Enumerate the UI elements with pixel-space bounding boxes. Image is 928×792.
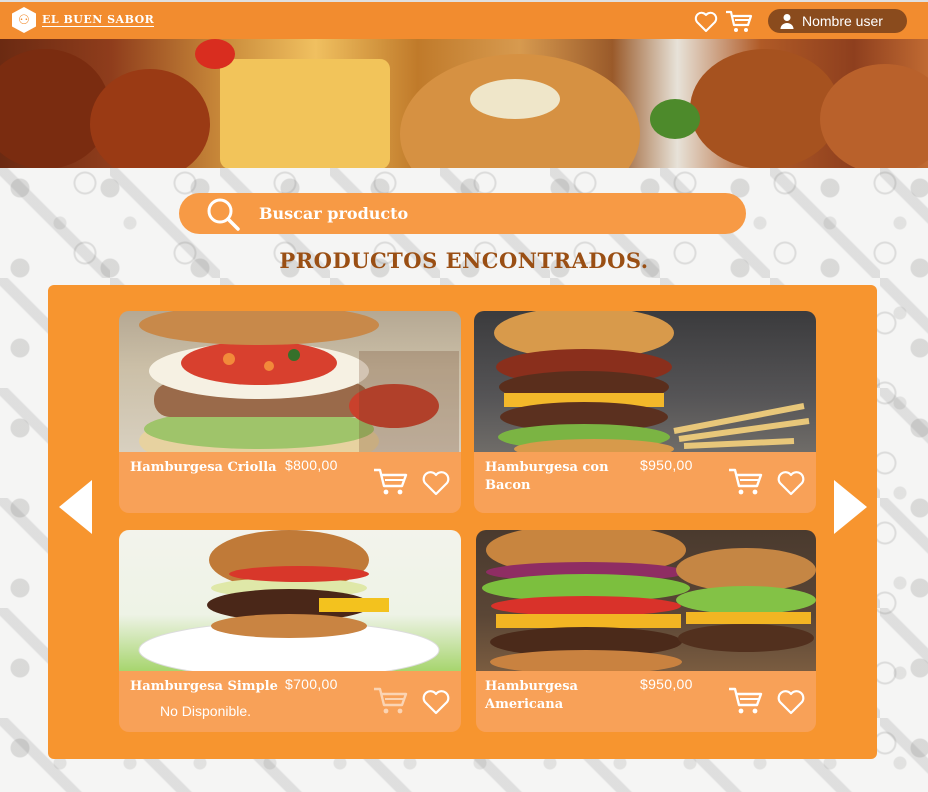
product-card[interactable]: Hamburgesa Americana $950,00 bbox=[476, 530, 816, 732]
product-card[interactable]: Hamburgesa Criolla $800,00 bbox=[119, 311, 461, 513]
product-image bbox=[119, 311, 461, 452]
top-navbar: ⚇ EL BUEN SABOR Nombre user bbox=[0, 0, 928, 39]
carousel-prev-arrow-icon[interactable] bbox=[59, 480, 93, 538]
favorite-heart-icon[interactable] bbox=[421, 470, 451, 500]
product-image bbox=[476, 530, 816, 671]
product-price: $800,00 bbox=[285, 457, 338, 473]
user-icon bbox=[780, 14, 794, 29]
add-to-cart-icon[interactable] bbox=[373, 468, 409, 500]
cart-icon[interactable] bbox=[725, 10, 753, 38]
product-image bbox=[119, 530, 461, 671]
hero-banner-image bbox=[0, 39, 928, 168]
product-info: Hamburgesa Americana $950,00 bbox=[476, 671, 816, 732]
search-input[interactable]: Buscar producto bbox=[259, 204, 408, 223]
carousel-next-arrow-icon[interactable] bbox=[833, 480, 867, 538]
favorite-heart-icon[interactable] bbox=[776, 470, 806, 500]
logo[interactable]: ⚇ EL BUEN SABOR bbox=[12, 7, 155, 33]
user-name: Nombre user bbox=[802, 13, 883, 29]
product-card[interactable]: Hamburgesa Simple $700,00 No Disponible. bbox=[119, 530, 461, 732]
product-card[interactable]: Hamburgesa con Bacon $950,00 bbox=[474, 311, 816, 513]
add-to-cart-icon[interactable] bbox=[728, 468, 764, 500]
favorite-heart-icon[interactable] bbox=[421, 689, 451, 719]
product-info: Hamburgesa con Bacon $950,00 bbox=[474, 452, 816, 513]
product-name[interactable]: Hamburgesa Americana bbox=[485, 678, 635, 714]
favorites-heart-icon[interactable] bbox=[694, 11, 718, 37]
section-title: PRODUCTOS ENCONTRADOS. bbox=[279, 248, 649, 273]
availability-status: No Disponible. bbox=[160, 703, 252, 719]
search-icon bbox=[207, 198, 240, 231]
product-price: $950,00 bbox=[640, 676, 693, 692]
product-name[interactable]: Hamburgesa Simple bbox=[130, 678, 280, 696]
logo-text: EL BUEN SABOR bbox=[42, 13, 155, 27]
user-menu-button[interactable]: Nombre user bbox=[768, 9, 907, 33]
product-info: Hamburgesa Criolla $800,00 bbox=[119, 452, 461, 513]
logo-icon: ⚇ bbox=[12, 7, 36, 33]
product-name[interactable]: Hamburgesa Criolla bbox=[130, 459, 280, 477]
search-bar[interactable]: Buscar producto bbox=[179, 193, 746, 234]
favorite-heart-icon[interactable] bbox=[776, 689, 806, 719]
product-image bbox=[474, 311, 816, 452]
product-price: $700,00 bbox=[285, 676, 338, 692]
add-to-cart-icon[interactable] bbox=[728, 687, 764, 719]
product-name[interactable]: Hamburgesa con Bacon bbox=[485, 459, 635, 495]
product-info: Hamburgesa Simple $700,00 No Disponible. bbox=[119, 671, 461, 732]
product-price: $950,00 bbox=[640, 457, 693, 473]
add-to-cart-icon bbox=[373, 687, 409, 719]
